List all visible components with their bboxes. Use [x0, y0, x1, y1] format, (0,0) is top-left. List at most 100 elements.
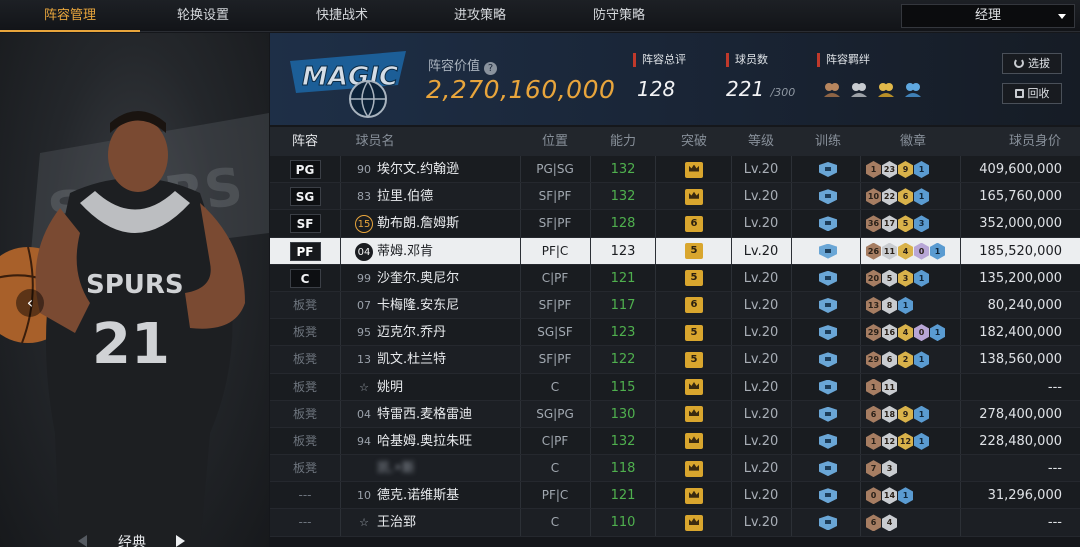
training-cell[interactable] [814, 183, 842, 210]
col-player-name[interactable]: 球员名 [345, 127, 405, 156]
badge-list[interactable]: 1 23 9 1 [866, 156, 966, 183]
tab-rotation-settings[interactable]: 轮换设置 [133, 0, 273, 32]
col-role[interactable]: 阵容 [270, 127, 340, 156]
player-name[interactable]: 迈克尔.乔丹 [377, 319, 517, 346]
training-cell[interactable] [814, 210, 842, 237]
badge-list[interactable]: 1 11 [866, 374, 966, 401]
role-dropdown[interactable]: 经理 [901, 4, 1075, 28]
player-name[interactable]: 勒布朗.詹姆斯 [377, 210, 517, 237]
table-row[interactable]: 板凳 凯.•斯 C 118 Lv.20 7 3 --- [270, 455, 1080, 483]
table-row[interactable]: 板凳 95 迈克尔.乔丹 SG|SF 123 5 Lv.20 29 16 4 0 1 182,400,0… [270, 319, 1080, 347]
breakthrough-cell[interactable] [674, 183, 714, 210]
recycle-button[interactable]: 回收 [1002, 83, 1062, 104]
table-row[interactable]: --- 10 德克.诺维斯基 PF|C 121 Lv.20 0 14 1 31,296,000 [270, 482, 1080, 510]
training-cell[interactable] [814, 346, 842, 373]
style-next-icon[interactable] [176, 535, 185, 547]
lineup-slot[interactable]: SF [270, 210, 340, 237]
table-row[interactable]: 板凳 ☆ 姚明 C 115 Lv.20 1 11 --- [270, 373, 1080, 401]
badge-list[interactable]: 26 11 4 0 1 [866, 238, 966, 265]
badge-list[interactable]: 29 6 2 1 [866, 346, 966, 373]
badge-list[interactable]: 20 5 3 1 [866, 265, 966, 292]
tab-offense-strategy[interactable]: 进攻策略 [410, 0, 550, 32]
tab-lineup-management[interactable]: 阵容管理 [0, 0, 140, 32]
col-player-value[interactable]: 球员身价 [1000, 127, 1070, 156]
table-row[interactable]: SG 83 拉里.伯德 SF|PF 132 Lv.20 10 22 6 1 165,760,000 [270, 183, 1080, 211]
breakthrough-cell[interactable]: 5 [674, 346, 714, 373]
breakthrough-cell[interactable]: 5 [674, 238, 714, 265]
fetter-gold-icon[interactable] [877, 80, 895, 98]
breakthrough-cell[interactable]: 6 [674, 210, 714, 237]
table-row[interactable]: C 99 沙奎尔.奥尼尔 C|PF 121 5 Lv.20 20 5 3 1 135,200,000 [270, 264, 1080, 292]
table-row[interactable]: 板凳 13 凯文.杜兰特 SF|PF 122 5 Lv.20 29 6 2 1 138,560,000 [270, 346, 1080, 374]
col-breakthrough[interactable]: 突破 [674, 127, 714, 156]
lineup-slot[interactable]: 板凳 [270, 374, 340, 401]
training-cell[interactable] [814, 428, 842, 455]
badge-list[interactable]: 73 [866, 455, 966, 482]
badge-list[interactable]: 6 18 9 1 [866, 401, 966, 428]
breakthrough-cell[interactable] [674, 374, 714, 401]
breakthrough-cell[interactable]: 5 [674, 265, 714, 292]
badge-list[interactable]: 13 8 1 [866, 292, 966, 319]
player-name[interactable]: 凯.•斯 [377, 455, 517, 482]
training-cell[interactable] [814, 265, 842, 292]
player-name[interactable]: 姚明 [377, 374, 517, 401]
breakthrough-cell[interactable]: 5 [674, 319, 714, 346]
table-row[interactable]: 板凳 94 哈基姆.奥拉朱旺 C|PF 132 Lv.20 1 12 12 1 228,480,00… [270, 427, 1080, 456]
player-name[interactable]: 凯文.杜兰特 [377, 346, 517, 373]
player-name[interactable]: 特雷西.麦格雷迪 [377, 401, 517, 428]
training-cell[interactable] [814, 292, 842, 319]
fetter-bronze-icon[interactable] [823, 80, 841, 98]
table-row[interactable]: --- ☆ 王治郅 C 110 Lv.20 6 4 --- [270, 509, 1080, 537]
badge-list[interactable]: 0 14 1 [866, 482, 966, 509]
table-row[interactable]: PG 90 埃尔文.约翰逊 PG|SG 132 Lv.20 1 23 9 1 409,600,000 [270, 156, 1080, 184]
training-cell[interactable] [814, 509, 842, 536]
select-button[interactable]: 选拔 [1002, 53, 1062, 74]
player-name[interactable]: 拉里.伯德 [377, 183, 517, 210]
previous-player-button[interactable]: ‹ [16, 289, 44, 317]
style-prev-icon[interactable] [78, 535, 87, 547]
breakthrough-cell[interactable] [674, 428, 714, 455]
table-row[interactable]: PF 04 蒂姆.邓肯 PF|C 123 5 Lv.20 26 11 4 0 1 185,520,000 [270, 237, 1080, 265]
lineup-slot[interactable]: C [270, 265, 340, 292]
lineup-slot[interactable]: 板凳 [270, 455, 340, 482]
player-name[interactable]: 沙奎尔.奥尼尔 [377, 265, 517, 292]
player-name[interactable]: 王治郅 [377, 509, 517, 536]
col-badges[interactable]: 徽章 [888, 127, 938, 156]
lineup-slot[interactable]: 板凳 [270, 346, 340, 373]
breakthrough-cell[interactable] [674, 156, 714, 183]
fetter-blue-icon[interactable] [904, 80, 922, 98]
col-ability[interactable]: 能力 [600, 127, 646, 156]
breakthrough-cell[interactable] [674, 509, 714, 536]
breakthrough-cell[interactable] [674, 401, 714, 428]
badge-list[interactable]: 29 16 4 0 1 [866, 319, 966, 346]
badge-list[interactable]: 10 22 6 1 [866, 183, 966, 210]
player-name[interactable]: 埃尔文.约翰逊 [377, 156, 517, 183]
col-position[interactable]: 位置 [530, 127, 580, 156]
lineup-slot[interactable]: SG [270, 183, 340, 210]
fetter-silver-icon[interactable] [850, 80, 868, 98]
tab-defense-strategy[interactable]: 防守策略 [549, 0, 689, 32]
training-cell[interactable] [814, 374, 842, 401]
table-row[interactable]: 板凳 04 特雷西.麦格雷迪 SG|PG 130 Lv.20 6 18 9 1 278,400,00… [270, 400, 1080, 428]
col-training[interactable]: 训练 [808, 127, 848, 156]
badge-list[interactable]: 36 17 5 3 [866, 210, 966, 237]
breakthrough-cell[interactable]: 6 [674, 292, 714, 319]
lineup-slot[interactable]: 板凳 [270, 401, 340, 428]
training-cell[interactable] [814, 455, 842, 482]
training-cell[interactable] [814, 319, 842, 346]
lineup-slot[interactable]: 板凳 [270, 319, 340, 346]
breakthrough-cell[interactable] [674, 482, 714, 509]
player-name[interactable]: 卡梅隆.安东尼 [377, 292, 517, 319]
training-cell[interactable] [814, 482, 842, 509]
training-cell[interactable] [814, 238, 842, 265]
lineup-slot[interactable]: 板凳 [270, 292, 340, 319]
training-cell[interactable] [814, 401, 842, 428]
lineup-slot[interactable]: --- [270, 509, 340, 536]
col-level[interactable]: 等级 [736, 127, 786, 156]
lineup-slot[interactable]: PG [270, 156, 340, 183]
lineup-slot[interactable]: --- [270, 482, 340, 509]
tab-quick-tactics[interactable]: 快捷战术 [272, 0, 412, 32]
lineup-slot[interactable]: PF [270, 238, 340, 265]
training-cell[interactable] [814, 156, 842, 183]
lineup-slot[interactable]: 板凳 [270, 428, 340, 455]
